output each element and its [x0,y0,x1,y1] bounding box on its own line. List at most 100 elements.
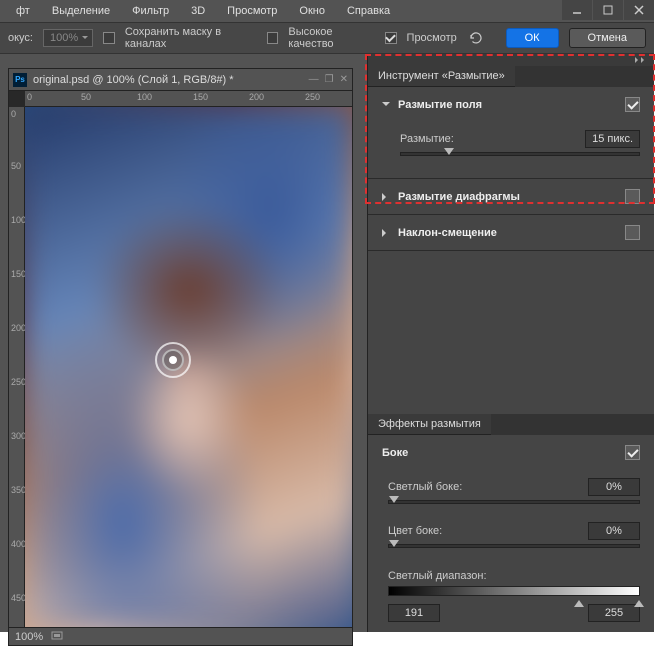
iris-blur-checkbox[interactable] [625,189,640,204]
blur-slider-track[interactable] [400,152,640,156]
ruler-tick: 150 [11,269,26,279]
ruler-tick: 100 [137,92,152,102]
menu-help[interactable]: Справка [337,2,400,20]
close-button[interactable] [624,0,654,20]
high-quality-label: Высокое качество [288,26,375,50]
ruler-tick: 200 [11,323,26,333]
doc-minimize-icon[interactable]: — [309,74,319,85]
panel-collapse-icon[interactable] [368,54,654,66]
bokeh-header: Боке [382,445,640,460]
disclosure-open-icon[interactable] [382,102,390,110]
iris-blur-header[interactable]: Размытие диафрагмы [382,189,640,204]
blur-slider-thumb[interactable] [444,148,454,160]
save-mask-label: Сохранить маску в каналах [125,26,257,50]
ruler-tick: 350 [11,485,26,495]
ruler-tick: 50 [11,161,21,171]
minimize-button[interactable] [562,0,592,20]
light-bokeh-slider[interactable] [388,500,640,504]
tilt-shift-section: Наклон-смещение [368,215,654,251]
focus-label: окус: [8,32,33,44]
ruler-tick: 250 [11,377,26,387]
ruler-tick: 450 [11,593,26,603]
range-thumb-hi[interactable] [634,595,644,607]
app-window: фт Выделение Фильтр 3D Просмотр Окно Спр… [0,0,654,632]
field-blur-section: Размытие поля Размытие: 15 пикс. [368,87,654,179]
blur-pin[interactable] [155,342,191,378]
document-titlebar[interactable]: Ps original.psd @ 100% (Слой 1, RGB/8#) … [9,69,352,91]
ruler-vertical[interactable]: 0 50 100 150 200 250 300 350 400 450 [9,107,25,627]
reset-icon[interactable] [467,30,486,46]
color-bokeh-slider[interactable] [388,544,640,548]
slider-thumb[interactable] [389,540,399,552]
high-quality-checkbox[interactable] [267,32,278,44]
document-window: Ps original.psd @ 100% (Слой 1, RGB/8#) … [8,68,353,646]
blur-tool-tab[interactable]: Инструмент «Размытие» [368,66,515,87]
ruler-tick: 300 [11,431,26,441]
light-bokeh-value[interactable]: 0% [588,478,640,496]
field-blur-header[interactable]: Размытие поля [382,97,640,112]
maximize-button[interactable] [593,0,623,20]
disclosure-closed-icon[interactable] [382,229,390,237]
effects-panel: Эффекты размытия Боке Светлый боке: 0% [368,414,654,632]
menu-select[interactable]: Выделение [42,2,120,20]
range-lo-value[interactable]: 191 [388,604,440,622]
iris-blur-title: Размытие диафрагмы [398,191,617,203]
range-thumb-lo[interactable] [574,595,584,607]
blur-amount-label: Размытие: [400,133,454,145]
menu-fragment[interactable]: фт [6,2,40,20]
ruler-tick: 250 [305,92,320,102]
light-bokeh-label: Светлый боке: [388,481,462,493]
field-blur-checkbox[interactable] [625,97,640,112]
menu-bar: фт Выделение Фильтр 3D Просмотр Окно Спр… [0,0,654,22]
document-statusbar: 100% [9,627,352,645]
menu-3d[interactable]: 3D [181,2,215,20]
tilt-shift-checkbox[interactable] [625,225,640,240]
preview-checkbox[interactable] [385,32,396,44]
window-controls [561,0,654,20]
tilt-shift-title: Наклон-смещение [398,227,617,239]
light-range-slider[interactable] [388,586,640,596]
save-mask-checkbox[interactable] [103,32,114,44]
disclosure-closed-icon[interactable] [382,193,390,201]
ruler-tick: 0 [11,109,16,119]
right-panels: Инструмент «Размытие» Размытие поля Разм… [367,54,654,632]
ruler-tick: 100 [11,215,26,225]
document-area: Ps original.psd @ 100% (Слой 1, RGB/8#) … [0,54,367,632]
tool-tab-row: Инструмент «Размытие» [368,66,654,87]
color-bokeh-label: Цвет боке: [388,525,442,537]
doc-close-icon[interactable]: ✕ [340,74,348,85]
doc-maximize-icon[interactable]: ❐ [325,74,334,85]
ruler-tick: 400 [11,539,26,549]
blur-amount-value[interactable]: 15 пикс. [585,130,640,148]
options-bar: окус: 100% Сохранить маску в каналах Выс… [0,22,654,54]
light-range-label: Светлый диапазон: [388,570,487,582]
menu-filter[interactable]: Фильтр [122,2,179,20]
ps-icon: Ps [13,73,27,87]
ruler-tick: 50 [81,92,91,102]
tilt-shift-header[interactable]: Наклон-смещение [382,225,640,240]
preview-label: Просмотр [407,32,457,44]
focus-combo[interactable]: 100% [43,29,93,47]
main-area: Ps original.psd @ 100% (Слой 1, RGB/8#) … [0,54,654,632]
effects-tab[interactable]: Эффекты размытия [368,414,491,435]
bokeh-checkbox[interactable] [625,445,640,460]
color-bokeh-value[interactable]: 0% [588,522,640,540]
field-blur-title: Размытие поля [398,99,617,111]
ok-button[interactable]: ОК [506,28,559,48]
ruler-tick: 0 [27,92,32,102]
menu-view[interactable]: Просмотр [217,2,287,20]
bokeh-title: Боке [382,447,617,459]
slider-thumb[interactable] [389,496,399,508]
canvas[interactable] [25,107,352,627]
ruler-tick: 200 [249,92,264,102]
range-hi-value[interactable]: 255 [588,604,640,622]
canvas-wrap: 0 50 100 150 200 250 0 50 100 150 200 25… [9,91,352,645]
document-title: original.psd @ 100% (Слой 1, RGB/8#) * [33,74,303,86]
blur-slider-row: Размытие: 15 пикс. [382,130,640,156]
zoom-value[interactable]: 100% [15,631,43,643]
ruler-horizontal[interactable]: 0 50 100 150 200 250 [25,91,352,107]
iris-blur-section: Размытие диафрагмы [368,179,654,215]
cancel-button[interactable]: Отмена [569,28,646,48]
ruler-tick: 150 [193,92,208,102]
menu-window[interactable]: Окно [289,2,335,20]
